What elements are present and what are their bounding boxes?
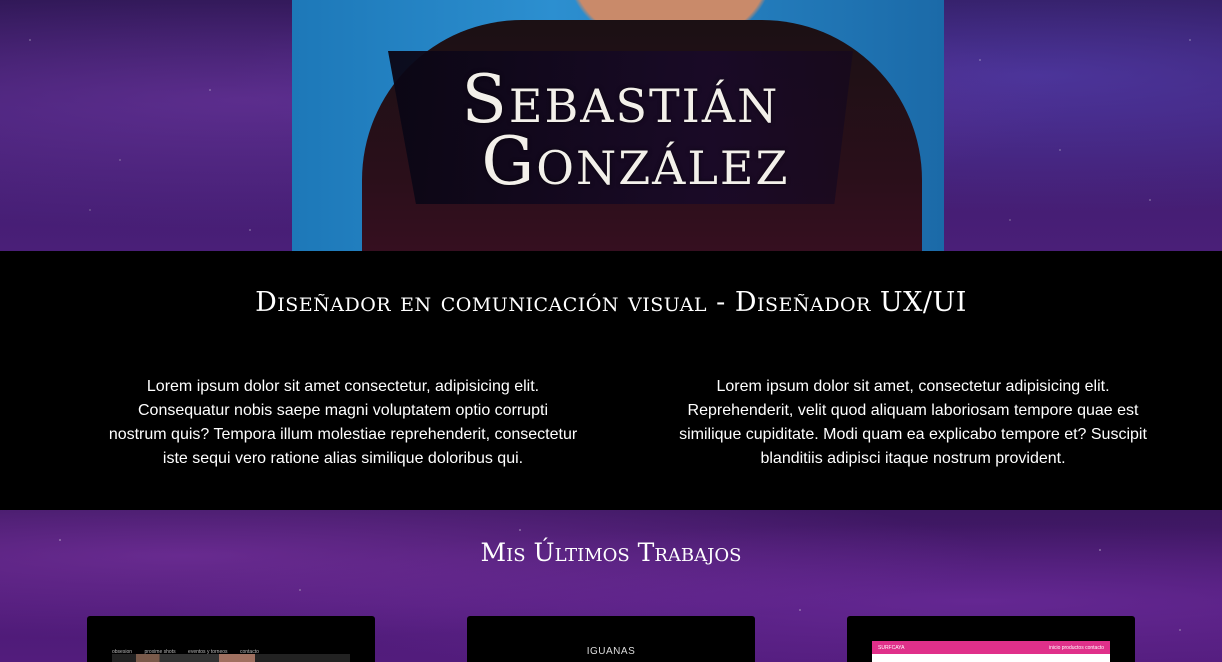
thumb-nav: obsesion proxime shots eventos y torneos…: [112, 640, 350, 655]
page-title: Diseñador en comunicación visual - Diseñ…: [255, 287, 967, 318]
intro-section: Diseñador en comunicación visual - Diseñ…: [0, 251, 1222, 510]
work-card-1[interactable]: obsesion proxime shots eventos y torneos…: [87, 616, 375, 662]
hero-banner: Sebastián González: [0, 0, 1222, 251]
thumbnail-header: SURFCAYA inicio productos contacto: [872, 641, 1110, 654]
thumbnail-brand: IGUANAS: [586, 646, 636, 657]
thumbnail-image: SURFCAYA inicio productos contacto: [872, 641, 1110, 662]
thumbnail-image: [112, 654, 350, 662]
work-card-2[interactable]: IGUANAS: [467, 616, 755, 662]
thumbnail-nav: inicio productos contacto: [1048, 644, 1104, 651]
name-last: González: [481, 123, 790, 200]
intro-text-left: Lorem ipsum dolor sit amet consectetur, …: [108, 378, 578, 467]
works-section: Mis Últimos Trabajos obsesion proxime sh…: [0, 510, 1222, 662]
works-title: Mis Últimos Trabajos: [480, 538, 742, 567]
intro-text-right: Lorem ipsum dolor sit amet, consectetur …: [679, 378, 1147, 467]
name-plate: Sebastián González: [388, 51, 853, 204]
work-card-3[interactable]: SURFCAYA inicio productos contacto: [847, 616, 1135, 662]
thumbnail-brand: SURFCAYA: [878, 644, 905, 651]
